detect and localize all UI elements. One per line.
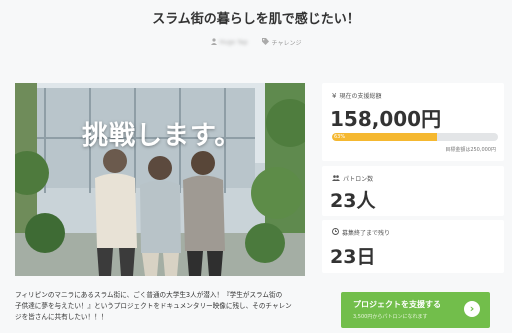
people-icon: [332, 174, 340, 183]
page-title: スラム街の暮らしを肌で感じたい！: [152, 12, 360, 27]
remaining-panel: 募集終了まで残り 23日: [322, 220, 504, 273]
description-line: 子供達に夢を与えたい！』というプロジェクトをドキュメンタリー映像に残し、そのチャ…: [15, 302, 292, 310]
description-line: フィリピンのマニラにあるスラム街に、ごく普通の大学生3人が潜入！『学生がスラム街…: [15, 291, 283, 299]
patrons-label-row: パトロン数: [332, 174, 373, 183]
clock-icon: [332, 228, 339, 237]
remaining-days: 23日: [330, 246, 376, 268]
support-button-sublabel: 3,500円からパトロンになれます: [353, 314, 428, 320]
hero-caption: 挑戦します。: [82, 121, 242, 151]
funding-label-row: ¥ 現在の支援総額: [332, 91, 382, 101]
project-meta: Hugo Yap チャレンジ: [0, 38, 512, 47]
owner-name: Hugo Yap: [219, 39, 248, 46]
patrons-label: パトロン数: [343, 176, 374, 183]
funding-panel: ¥ 現在の支援総額 158,000円 63% 目標金額は250,000円: [322, 83, 504, 161]
yen-icon: ¥: [332, 91, 337, 100]
category-label: チャレンジ: [271, 40, 302, 47]
chevron-right-icon: ›: [464, 301, 480, 317]
patrons-panel: パトロン数 23人: [322, 166, 504, 216]
support-button-label: プロジェクトを支援する: [353, 300, 441, 309]
tag-icon: [261, 38, 269, 47]
project-description: フィリピンのマニラにあるスラム街に、ごく普通の大学生3人が潜入！『学生がスラム街…: [15, 290, 315, 323]
funding-goal: 目標金額は250,000円: [445, 147, 496, 153]
support-project-button[interactable]: プロジェクトを支援する 3,500円からパトロンになれます ›: [341, 292, 490, 328]
progress-bar: [332, 133, 498, 141]
remaining-label: 募集終了まで残り: [342, 230, 391, 237]
user-icon: [210, 38, 217, 47]
remaining-label-row: 募集終了まで残り: [332, 228, 390, 237]
hero-image: 挑戦します。: [15, 83, 305, 276]
funding-label: 現在の支援総額: [339, 93, 382, 100]
category-link[interactable]: チャレンジ: [261, 38, 302, 47]
funding-amount: 158,000円: [330, 107, 442, 131]
progress-percent: 63%: [334, 134, 346, 140]
hero-photo: [15, 83, 305, 276]
owner-link[interactable]: Hugo Yap: [210, 38, 248, 47]
description-line: ジを皆さんに共有したい！！！: [15, 313, 108, 321]
progress-fill: [332, 133, 437, 141]
patrons-count: 23人: [330, 190, 376, 212]
